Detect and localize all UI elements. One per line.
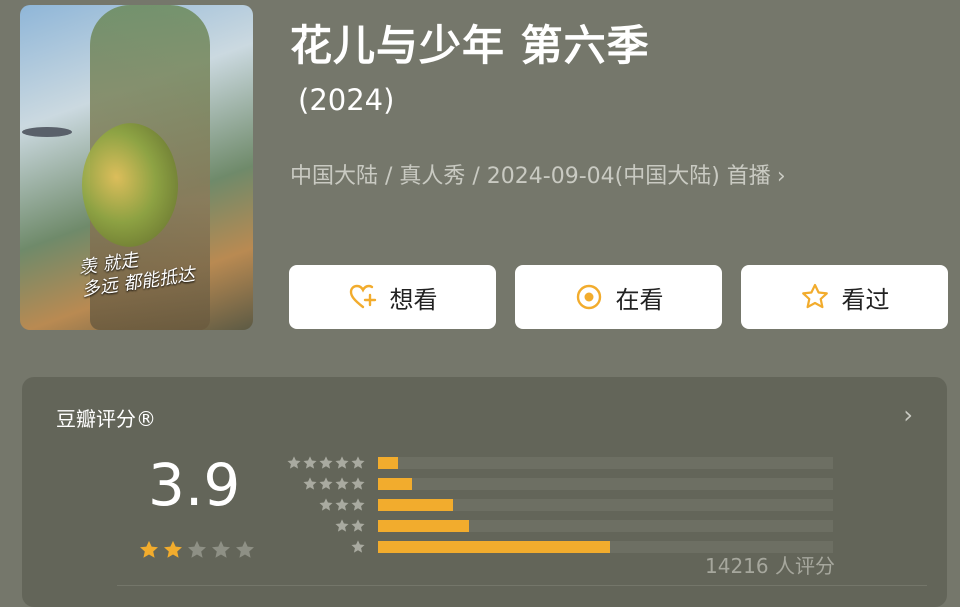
rating-bar-fill [378, 499, 454, 511]
chevron-right-icon: › [776, 164, 786, 189]
rating-count[interactable]: 14216 人评分 [705, 550, 835, 579]
rating-bar-5-star [284, 456, 833, 470]
heart-plus-icon [349, 284, 376, 309]
show-meta[interactable]: 中国大陆 / 真人秀 / 2024-09-04(中国大陆) 首播 › [290, 158, 786, 190]
star-icon [335, 477, 349, 490]
want-to-watch-button[interactable]: 想看 [289, 265, 496, 329]
star-icon [335, 456, 349, 469]
rating-bar-stars [284, 518, 366, 534]
rating-bar-fill [378, 478, 413, 490]
rating-bar-fill [378, 541, 611, 553]
rating-bar-fill [378, 457, 399, 469]
star-icon [319, 498, 333, 511]
star-icon [319, 456, 333, 469]
star-icon [303, 477, 317, 490]
rating-bar-stars [284, 455, 366, 471]
rating-bar-track [378, 457, 833, 469]
star-icon [351, 540, 365, 553]
star-icon [303, 456, 317, 469]
rating-bar-stars [284, 476, 366, 492]
star-icon [351, 456, 365, 469]
divider [117, 585, 927, 586]
poster-ufo [22, 127, 72, 137]
show-year: (2024) [298, 83, 395, 117]
rating-bar-fill [378, 520, 469, 532]
rating-card[interactable]: 豆瓣评分® › 3.9 14216 人评分 [22, 377, 947, 607]
show-title: 花儿与少年 第六季 [290, 21, 650, 70]
target-icon [576, 284, 601, 310]
watching-label: 在看 [615, 285, 664, 314]
star-icon [287, 456, 301, 469]
rating-bar-stars [284, 497, 366, 513]
watched-button[interactable]: 看过 [741, 265, 948, 329]
star-icon [335, 498, 349, 511]
star-icon [351, 498, 365, 511]
watching-button[interactable]: 在看 [515, 265, 722, 329]
poster-image[interactable]: 羡 就走 多远 都能抵达 [20, 5, 253, 330]
rating-bar-track [378, 499, 833, 511]
rating-bar-4-star [284, 477, 833, 491]
want-to-watch-label: 想看 [389, 285, 438, 314]
star-icon [335, 519, 349, 532]
rating-bar-track [378, 478, 833, 490]
rating-bar-track [378, 520, 833, 532]
star-icon [351, 477, 365, 490]
star-outline-icon [801, 283, 828, 309]
rating-bar-stars [284, 539, 366, 555]
star-icon [319, 477, 333, 490]
rating-bar-2-star [284, 519, 833, 533]
watched-label: 看过 [841, 285, 890, 314]
show-meta-text: 中国大陆 / 真人秀 / 2024-09-04(中国大陆) 首播 [290, 164, 771, 189]
rating-bar-3-star [284, 498, 833, 512]
star-icon [351, 519, 365, 532]
